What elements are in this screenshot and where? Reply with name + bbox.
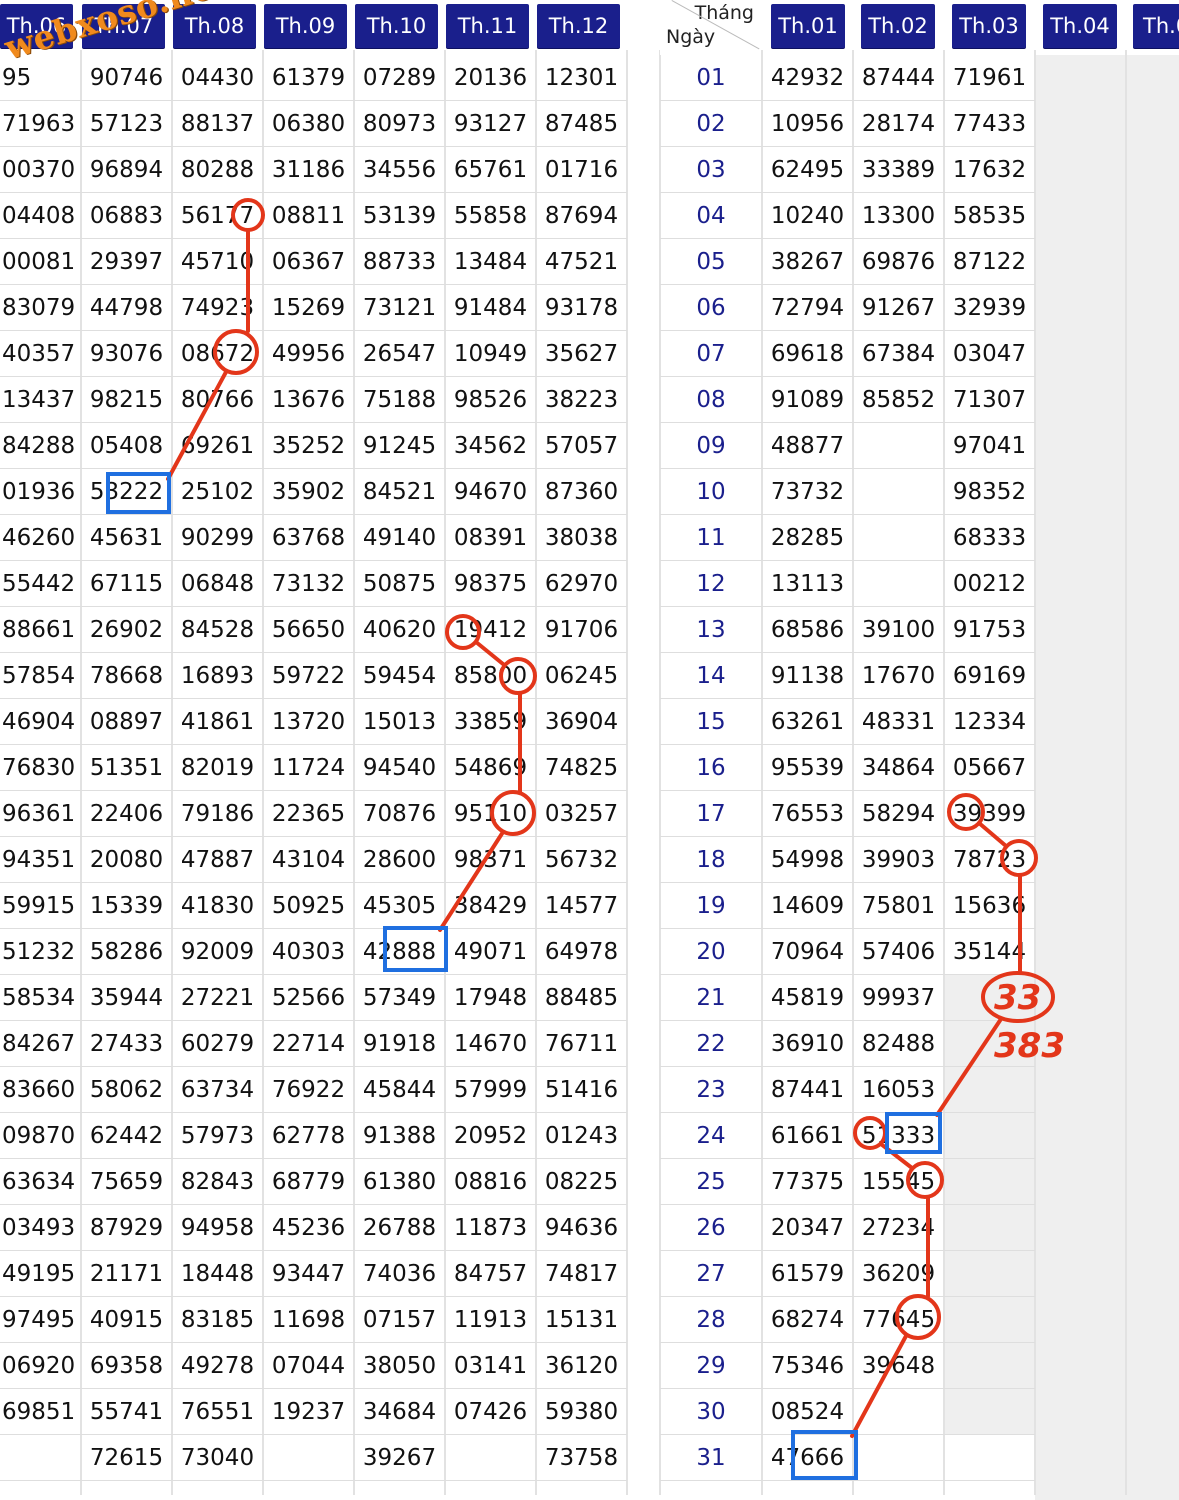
red-connector [850, 1334, 908, 1438]
red-circle [231, 198, 265, 232]
red-connector [438, 830, 505, 932]
red-connector [977, 821, 1008, 848]
red-circle [499, 657, 537, 695]
annotation-overlay [106, 198, 1055, 1480]
red-circle [445, 614, 481, 650]
red-circle [895, 1294, 941, 1340]
red-circle [213, 329, 259, 375]
blue-highlight-box [885, 1112, 942, 1154]
handwritten-note: 33 [994, 978, 1042, 1018]
red-circle [490, 790, 536, 836]
blue-highlight-box [106, 472, 171, 514]
red-connector [474, 640, 505, 666]
red-connector [935, 1017, 1003, 1117]
blue-highlight-box [791, 1430, 858, 1480]
handwritten-note: 383 [994, 1026, 1065, 1066]
red-connector [166, 370, 228, 481]
blue-highlight-box [383, 926, 448, 972]
